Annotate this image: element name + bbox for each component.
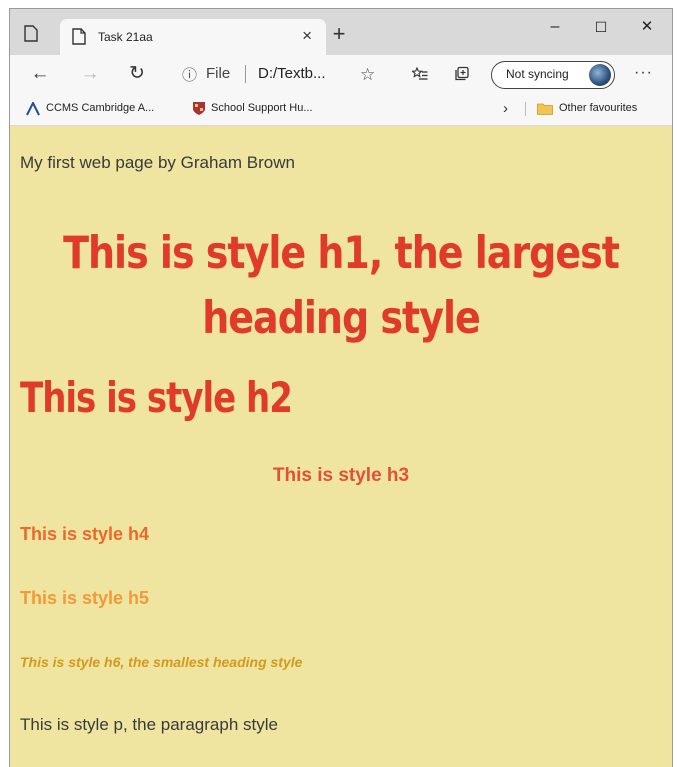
favourite-ccms-cambridge[interactable]: CCMS Cambridge A...	[46, 102, 154, 114]
tab-task-21aa[interactable]: Task 21aa ×	[60, 19, 326, 55]
avatar	[589, 64, 611, 86]
new-tab-icon[interactable]: +	[327, 21, 351, 47]
tab-close-icon[interactable]: ×	[302, 26, 312, 46]
favourites-list-icon[interactable]	[412, 67, 428, 81]
paragraph-text: This is style p, the paragraph style	[20, 715, 278, 734]
heading-h3: This is style h3	[272, 465, 410, 486]
heading-h5: This is style h5	[20, 588, 150, 608]
favourite-school-support[interactable]: School Support Hu...	[211, 102, 313, 114]
info-icon[interactable]: ⓘ	[182, 64, 197, 85]
intro-text: My first web page by Graham Brown	[20, 153, 295, 172]
heading-h6: This is style h6, the smallest heading s…	[20, 654, 303, 670]
more-options-icon[interactable]: ···	[634, 64, 653, 82]
sync-status-label: Not syncing	[506, 67, 569, 81]
url-separator	[245, 65, 246, 83]
profile-sync-button[interactable]: Not syncing	[491, 61, 615, 89]
tab-actions-icon[interactable]	[24, 25, 38, 42]
address-bar: ← → ↻ ⓘ File D:/Textb... ☆ Not syncing ·…	[10, 55, 672, 93]
forward-icon[interactable]: →	[76, 61, 104, 87]
url-field[interactable]: ⓘ File D:/Textb...	[172, 60, 382, 88]
chevron-right-icon[interactable]: ›	[503, 100, 508, 117]
cambridge-a-icon	[26, 102, 40, 116]
url-text[interactable]: D:/Textb...	[258, 65, 326, 82]
minimize-icon[interactable]: –	[532, 11, 578, 43]
shield-crest-icon	[193, 102, 205, 115]
title-bar: Task 21aa × + – ☐ ✕	[10, 9, 672, 55]
other-favourites-link[interactable]: Other favourites	[559, 102, 637, 114]
favourites-bar: CCMS Cambridge A... School Support Hu...…	[10, 93, 672, 126]
add-favourite-star-icon[interactable]: ☆	[360, 65, 375, 85]
back-icon[interactable]: ←	[26, 61, 54, 87]
window-close-icon[interactable]: ✕	[624, 11, 670, 43]
url-scheme-label: File	[206, 65, 231, 82]
browser-window: Task 21aa × + – ☐ ✕ ← → ↻ ⓘ File D:/Text…	[9, 8, 673, 767]
heading-h2: This is style h2	[20, 374, 293, 423]
heading-h1: This is style h1, the largest heading st…	[63, 226, 620, 344]
collections-icon[interactable]	[454, 66, 470, 82]
favourites-divider	[525, 102, 526, 116]
folder-icon	[537, 103, 553, 115]
tab-title: Task 21aa	[98, 30, 153, 44]
heading-h4: This is style h4	[20, 524, 150, 544]
page-content: My first web page by Graham Brown This i…	[10, 126, 672, 767]
refresh-icon[interactable]: ↻	[123, 61, 151, 87]
maximize-icon[interactable]: ☐	[578, 11, 624, 43]
page-icon	[72, 28, 86, 45]
